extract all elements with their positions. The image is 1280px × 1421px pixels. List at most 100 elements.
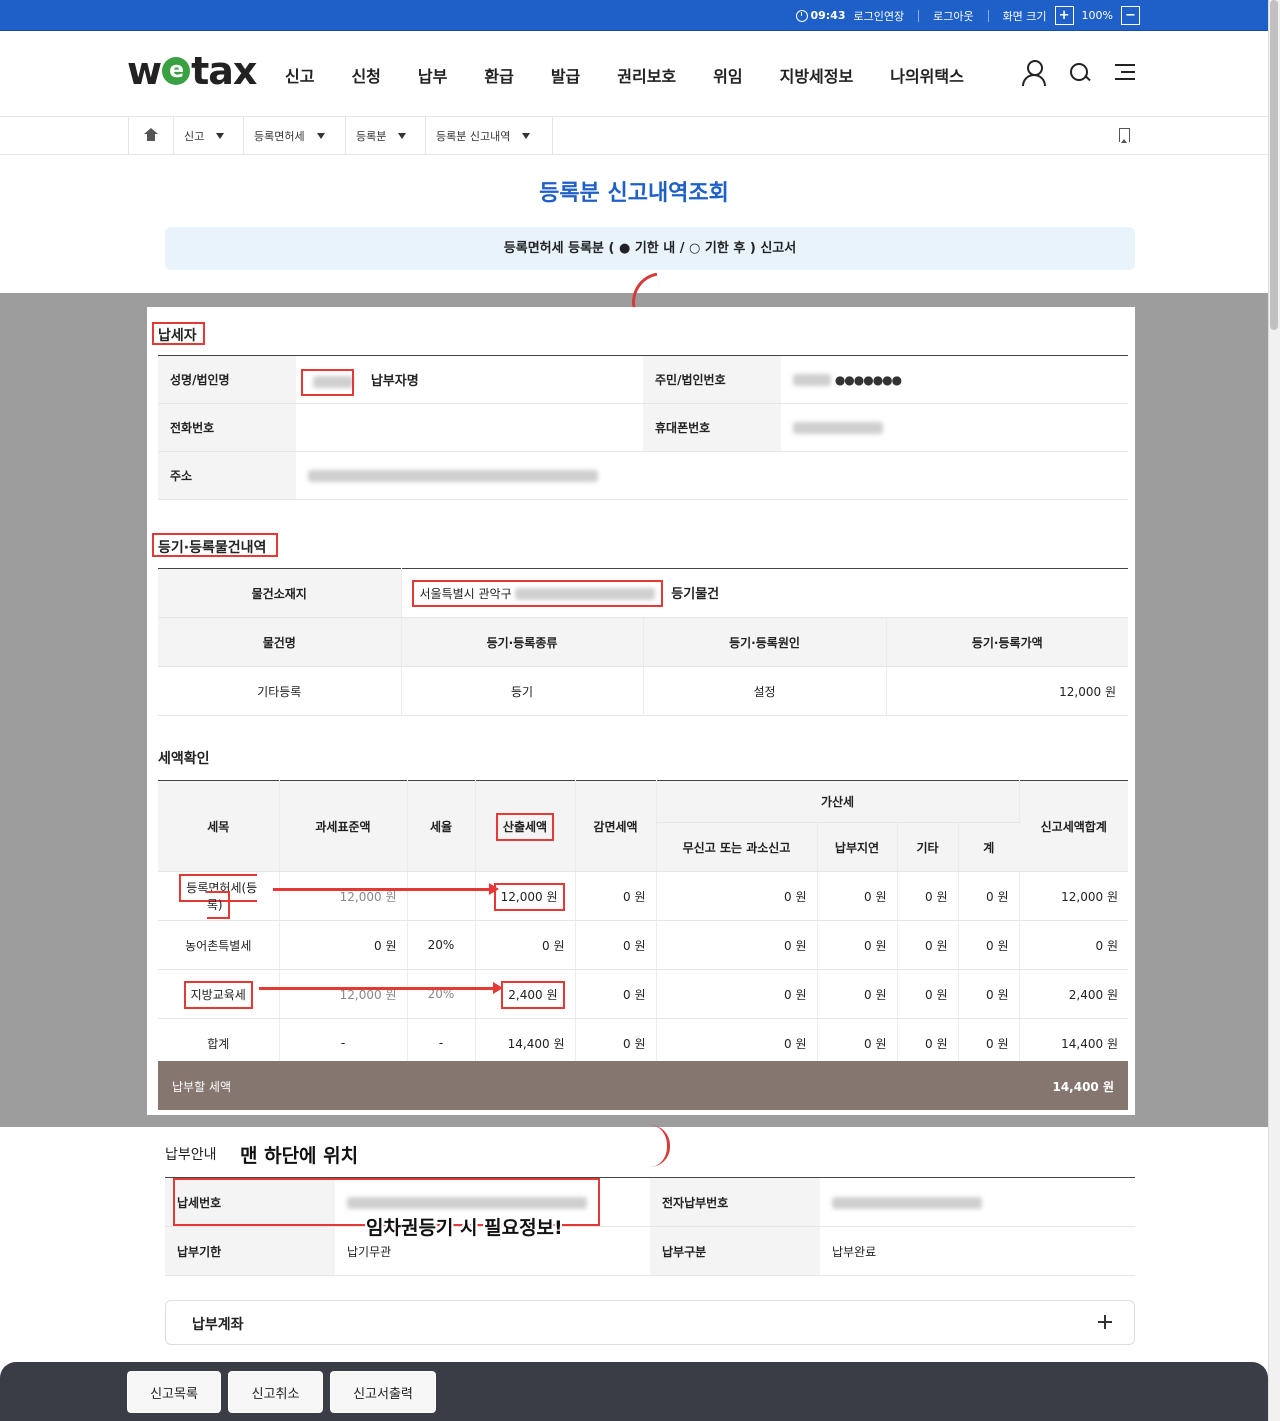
utility-bar: 09:43 로그인연장 로그아웃 화면 크기 + 100% − xyxy=(0,0,1268,31)
location-value: 서울특별시 관악구 등기물건 xyxy=(401,568,1128,618)
table-row: 지방교육세 12,000 원 20% 2,400 원 0 원 0 원 0 원 0… xyxy=(158,969,1128,1019)
bookmark-icon[interactable] xyxy=(1119,128,1130,143)
col-header: 감면세액 xyxy=(575,780,657,872)
phone-label: 전화번호 xyxy=(158,403,296,452)
mobile-label: 휴대폰번호 xyxy=(643,403,781,452)
extend-login-link[interactable]: 로그인연장 xyxy=(853,8,904,24)
breadcrumb-item[interactable]: 등록분 신고내역 xyxy=(425,117,553,155)
screen-size-label: 화면 크기 xyxy=(1002,9,1047,23)
breadcrumb-item[interactable]: 신고 xyxy=(173,117,243,155)
type-value: 납부완료 xyxy=(820,1226,1135,1276)
highlight-box xyxy=(152,533,278,557)
col-header: 등기·등록원인 xyxy=(643,617,887,667)
breadcrumb-item[interactable]: 등록분 xyxy=(345,117,425,155)
col-header: 납부지연 xyxy=(817,822,898,872)
location-annotation: 등기물건 xyxy=(671,586,720,602)
annotation-bottom: 맨 하단에 위치 xyxy=(240,1145,359,1167)
scrollbar-thumb[interactable] xyxy=(1270,0,1278,330)
cancel-report-button[interactable]: 신고취소 xyxy=(228,1371,323,1413)
nav-tax-info[interactable]: 지방세정보 xyxy=(780,63,854,87)
scrollbar[interactable] xyxy=(1268,0,1280,1421)
nav-report[interactable]: 신고 xyxy=(285,63,314,87)
name-label: 성명/법인명 xyxy=(158,355,296,404)
col-header: 세율 xyxy=(407,780,476,872)
phone-value xyxy=(296,403,643,452)
object-table: 물건소재지 서울특별시 관악구 등기물건 물건명 등기·등록종류 등기·등록원인… xyxy=(158,568,1128,716)
location-label: 물건소재지 xyxy=(158,568,402,618)
masked-location xyxy=(515,588,656,600)
tax-item: 등록면허세(등록) xyxy=(158,871,280,921)
table-row: 등록면허세(등록) 12,000 원 12,000 원 0 원 0 원 0 원 … xyxy=(158,871,1128,921)
address-value xyxy=(296,451,1128,500)
nav-pay[interactable]: 납부 xyxy=(418,63,447,87)
due-label: 납부기한 xyxy=(165,1226,335,1276)
col-header: 과세표준액 xyxy=(279,780,408,872)
zoom-level: 100% xyxy=(1081,9,1113,22)
account-accordion[interactable]: 납부계좌 xyxy=(165,1300,1135,1345)
tax-table: 세목 과세표준액 세율 산출세액 감면세액 가산세 신고세액합계 무신고 또는 … xyxy=(158,780,1128,1068)
nav-apply[interactable]: 신청 xyxy=(351,63,380,87)
user-icon[interactable] xyxy=(1022,59,1046,87)
breadcrumb: 신고 등록면허세 등록분 등록분 신고내역 xyxy=(0,117,1268,155)
zoom-out-button[interactable]: − xyxy=(1121,6,1140,25)
account-label: 납부계좌 xyxy=(192,1317,244,1333)
report-list-button[interactable]: 신고목록 xyxy=(127,1371,221,1413)
divider xyxy=(918,9,920,22)
register-type: 등기 xyxy=(401,666,644,716)
chevron-down-icon xyxy=(216,133,225,139)
bottom-action-bar: 신고목록 신고취소 신고서출력 xyxy=(0,1362,1268,1421)
nav-my-wetax[interactable]: 나의위택스 xyxy=(890,63,964,87)
menu-icon[interactable] xyxy=(1114,59,1138,87)
id-label: 주민/법인번호 xyxy=(643,355,781,404)
highlight-box xyxy=(301,369,354,396)
logout-link[interactable]: 로그아웃 xyxy=(933,8,973,24)
payable-tax-value: 14,400 원 xyxy=(1052,1080,1114,1094)
register-value: 12,000 원 xyxy=(886,666,1128,716)
torn-edge-mark xyxy=(650,1125,670,1167)
id-value: ●●●●●●● xyxy=(781,355,1128,404)
col-header-calc: 산출세액 xyxy=(475,780,576,872)
session-timer: 09:43 xyxy=(796,9,845,22)
header: w e tax 신고 신청 납부 환급 발급 권리보호 위임 지방세정보 나의위택스 xyxy=(0,31,1268,117)
print-report-button[interactable]: 신고서출력 xyxy=(330,1371,436,1413)
calc-amount: 2,400 원 xyxy=(475,969,576,1019)
col-header: 물건명 xyxy=(158,617,402,667)
masked-id xyxy=(793,374,831,386)
wetax-logo[interactable]: w e tax xyxy=(127,49,257,93)
col-header: 무신고 또는 과소신고 xyxy=(656,822,818,872)
mobile-value xyxy=(781,403,1128,452)
tax-item: 지방교육세 xyxy=(158,969,280,1019)
payable-tax-bar: 납부할 세액 14,400 원 xyxy=(158,1061,1128,1110)
nav-rights[interactable]: 권리보호 xyxy=(617,63,676,87)
highlight-box xyxy=(152,322,205,345)
zoom-in-button[interactable]: + xyxy=(1054,6,1074,25)
nav-delegate[interactable]: 위임 xyxy=(713,63,742,87)
col-header: 등기·등록종류 xyxy=(401,617,644,667)
red-arrow xyxy=(273,883,499,895)
masked-e-no xyxy=(832,1196,982,1209)
payment-section-title: 납부안내 xyxy=(165,1147,217,1163)
tax-section-title: 세액확인 xyxy=(158,751,210,767)
object-name: 기타등록 xyxy=(158,666,402,716)
masked-address xyxy=(308,470,598,482)
red-arrow xyxy=(259,982,503,994)
plus-icon[interactable] xyxy=(1098,1315,1112,1329)
breadcrumb-item[interactable]: 등록면허세 xyxy=(243,117,345,155)
taxpayer-table: 성명/법인명 납부자명 주민/법인번호 ●●●●●●● 전화번호 휴대폰번호 주… xyxy=(158,355,1128,500)
col-header: 계 xyxy=(958,822,1019,872)
col-header: 등기·등록가액 xyxy=(886,617,1128,667)
nav-issue[interactable]: 발급 xyxy=(551,63,580,87)
name-annotation: 납부자명 xyxy=(370,374,419,389)
name-value: 납부자명 xyxy=(296,355,643,404)
e-no-value xyxy=(820,1177,1135,1227)
table-row: 농어촌특별세 0 원 20% 0 원 0 원 0 원 0 원 0 원 0 원 0… xyxy=(158,920,1128,970)
register-cause: 설정 xyxy=(643,666,887,716)
search-icon[interactable] xyxy=(1068,59,1092,87)
report-sheet: 납세자 성명/법인명 납부자명 주민/법인번호 ●●●●●●● 전화번호 휴대폰… xyxy=(147,307,1135,1115)
chevron-down-icon xyxy=(398,133,407,139)
home-icon xyxy=(144,127,158,142)
nav-refund[interactable]: 환급 xyxy=(484,63,513,87)
annotation-needed: 임차권등기 시 필요정보! xyxy=(366,1217,563,1239)
breadcrumb-home[interactable] xyxy=(128,117,173,155)
e-no-label: 전자납부번호 xyxy=(650,1177,820,1227)
